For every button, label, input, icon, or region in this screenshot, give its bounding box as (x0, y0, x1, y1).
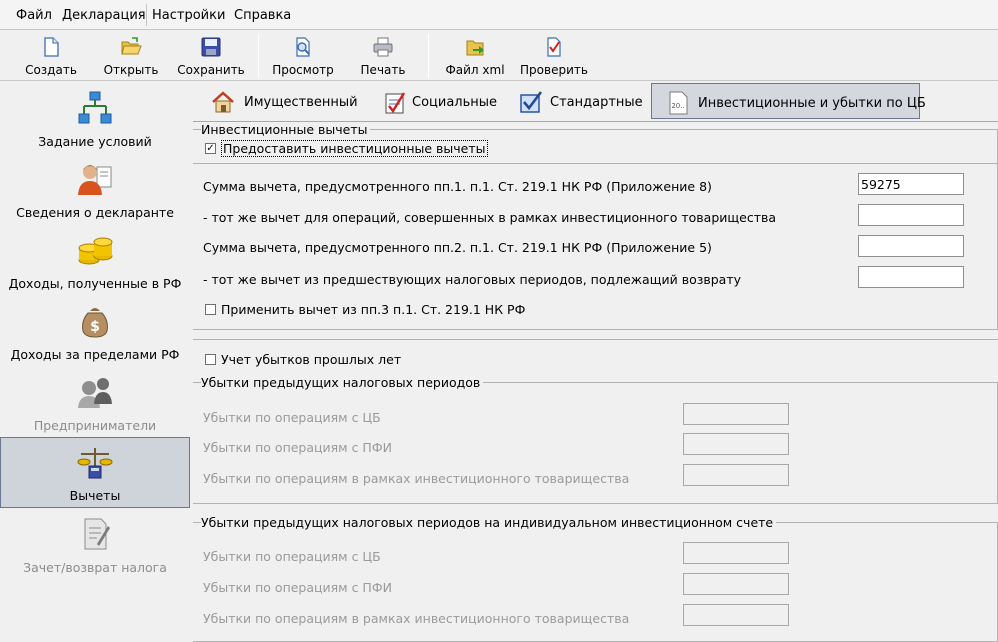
tab-social[interactable]: Социальные (368, 83, 504, 119)
account-losses-label[interactable]: Учет убытков прошлых лет (221, 352, 401, 367)
conditions-icon (78, 91, 112, 124)
iis-losses-group: Убытки предыдущих налоговых периодов на … (193, 515, 998, 642)
loss-row-label: Убытки по операциям с ПФИ (203, 440, 392, 455)
provide-deductions-label[interactable]: Предоставить инвестиционные вычеты (221, 140, 488, 157)
loss-row-label: Убытки по операциям с ЦБ (203, 410, 381, 425)
menu-declaration[interactable]: Декларация (62, 8, 146, 23)
print-button[interactable]: Печать (352, 31, 414, 81)
iis-loss-partnership-field[interactable] (683, 604, 789, 626)
loss-derivatives-field[interactable] (683, 433, 789, 455)
provide-deductions-checkbox[interactable]: ✓ (205, 143, 216, 154)
tab-standard[interactable]: Стандартные (504, 83, 650, 119)
xml-file-button[interactable]: Файл xml (442, 31, 508, 81)
loss-row-label: Убытки по операциям с ПФИ (203, 580, 392, 595)
floppy-disk-icon (201, 37, 221, 57)
entrepreneurs-icon (78, 378, 112, 408)
deduction-row-label: - тот же вычет для операций, совершенных… (203, 210, 777, 225)
new-file-icon (44, 37, 59, 57)
declarant-icon (78, 165, 112, 195)
deduction-row-label: Сумма вычета, предусмотренного пп.1. п.1… (203, 179, 712, 194)
loss-partnership-field[interactable] (683, 464, 789, 486)
sidebar: Задание условий Сведения о декларанте До… (0, 82, 191, 642)
investment-panel: Инвестиционные вычеты ✓ Предоставить инв… (193, 121, 998, 642)
deduction-pp1-partnership-field[interactable] (858, 204, 964, 226)
save-button[interactable]: Сохранить (175, 31, 247, 81)
tab-property[interactable]: Имущественный (196, 83, 366, 119)
open-folder-icon (121, 37, 142, 55)
menu-help[interactable]: Справка (234, 8, 291, 23)
account-losses-checkbox[interactable] (205, 354, 216, 365)
check-document-icon (547, 37, 561, 57)
deduction-row-label: - тот же вычет из предшествующих налогов… (203, 272, 742, 287)
sidebar-item-entrepreneurs[interactable]: Предприниматели (0, 368, 190, 439)
toolbar-separator (428, 34, 429, 78)
coins-icon (78, 237, 113, 265)
apply-pp3-label[interactable]: Применить вычет из пп.3 п.1. Ст. 219.1 Н… (221, 302, 525, 317)
iis-loss-securities-field[interactable] (683, 542, 789, 564)
previous-losses-group: Убытки предыдущих налоговых периодов Убы… (193, 375, 998, 504)
document-icon: 20.. (669, 91, 688, 115)
loss-row-label: Убытки по операциям в рамках инвестицион… (203, 611, 630, 626)
iis-loss-derivatives-field[interactable] (683, 573, 789, 595)
check-button[interactable]: Проверить (515, 31, 593, 81)
sidebar-item-deductions[interactable]: Вычеты (0, 437, 190, 508)
deduction-pp2-field[interactable] (858, 235, 964, 257)
svg-text:20..: 20.. (671, 102, 684, 110)
money-bag-icon: $ (82, 308, 108, 338)
house-icon (212, 91, 234, 113)
printer-icon (373, 37, 393, 57)
sidebar-item-income-rf[interactable]: Доходы, полученные в РФ (0, 226, 190, 297)
menu-settings[interactable]: Настройки (152, 8, 225, 23)
refund-icon (84, 518, 110, 550)
sidebar-item-conditions[interactable]: Задание условий (0, 84, 190, 155)
open-button[interactable]: Открыть (100, 31, 162, 81)
losses-section: Учет убытков прошлых лет Убытки предыдущ… (193, 339, 998, 642)
sidebar-item-declarant[interactable]: Сведения о декларанте (0, 155, 190, 226)
preview-button[interactable]: Просмотр (268, 31, 338, 81)
deduction-pp2-previous-field[interactable] (858, 266, 964, 288)
svg-text:$: $ (90, 319, 100, 335)
menu-file[interactable]: Файл (16, 8, 52, 23)
iis-losses-legend: Убытки предыдущих налоговых периодов на … (201, 515, 777, 530)
xml-export-icon (466, 40, 484, 56)
menu-separator (146, 4, 147, 26)
standard-check-icon (520, 91, 543, 113)
sidebar-item-income-abroad[interactable]: $ Доходы за пределами РФ (0, 297, 190, 368)
deduction-row-label: Сумма вычета, предусмотренного пп.2. п.1… (203, 240, 712, 255)
sidebar-item-refund[interactable]: Зачет/возврат налога (0, 510, 190, 581)
loss-securities-field[interactable] (683, 403, 789, 425)
toolbar-separator (258, 34, 259, 78)
preview-icon (296, 37, 310, 57)
group-divider (193, 163, 998, 164)
toolbar: Создать Открыть Сохранить Просмотр Печат… (0, 31, 998, 81)
menu-bar: Файл Декларация Настройки Справка (0, 0, 998, 30)
deduction-pp1-field[interactable] (858, 173, 964, 195)
loss-row-label: Убытки по операциям с ЦБ (203, 549, 381, 564)
deductions-icon (77, 448, 113, 479)
apply-pp3-checkbox[interactable] (205, 304, 216, 315)
checklist-icon (385, 92, 406, 114)
previous-losses-legend: Убытки предыдущих налоговых периодов (201, 375, 484, 390)
investment-deductions-group: Инвестиционные вычеты ✓ Предоставить инв… (193, 122, 998, 330)
loss-row-label: Убытки по операциям в рамках инвестицион… (203, 471, 630, 486)
investment-legend: Инвестиционные вычеты (201, 122, 371, 137)
tab-investment[interactable]: 20.. Инвестиционные и убытки по ЦБ (651, 83, 926, 119)
create-button[interactable]: Создать (20, 31, 82, 81)
deduction-tabs: Имущественный Социальные Стандартные 20.… (196, 82, 998, 120)
